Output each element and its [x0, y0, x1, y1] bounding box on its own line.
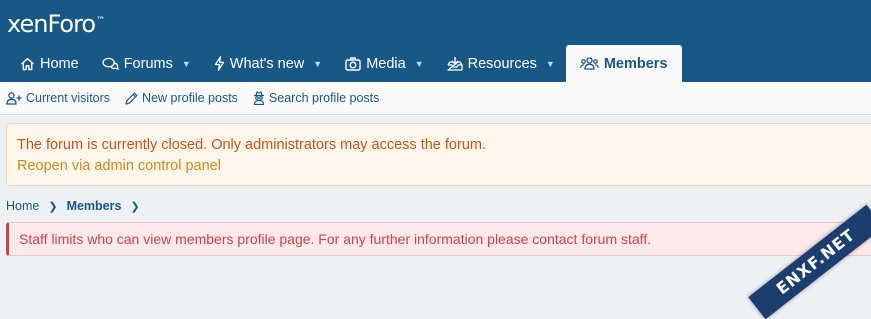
users-icon: [580, 57, 599, 70]
nav-tab-whats-new[interactable]: What's new ▼: [202, 45, 333, 82]
chevron-down-icon[interactable]: ▼: [182, 59, 191, 69]
error-message: Staff limits who can view members profil…: [6, 222, 871, 256]
chevron-right-icon: ❯: [130, 200, 140, 213]
chevron-down-icon[interactable]: ▼: [415, 59, 424, 69]
user-plus-icon: [6, 91, 22, 105]
breadcrumb-home[interactable]: Home: [6, 199, 39, 213]
pencil-icon: [125, 92, 138, 105]
nav-tab-home[interactable]: Home: [8, 45, 90, 82]
notice-text: The forum is currently closed. Only admi…: [17, 137, 486, 153]
camera-icon: [345, 56, 361, 71]
forum-closed-notice: The forum is currently closed. Only admi…: [6, 123, 871, 186]
inbox-icon: [446, 56, 463, 71]
breadcrumb: Home ❯ Members ❯: [6, 199, 149, 213]
breadcrumb-members[interactable]: Members: [67, 199, 122, 213]
subnav-new-profile-posts[interactable]: New profile posts: [125, 91, 238, 105]
bolt-icon: [214, 56, 225, 71]
chevron-down-icon[interactable]: ▼: [313, 59, 322, 69]
user-secret-icon: [253, 91, 265, 105]
page-header: xenForo™ Home Forums ▼ What's new ▼ Medi…: [0, 0, 871, 82]
nav-tab-forums[interactable]: Forums ▼: [90, 45, 202, 82]
chevron-down-icon[interactable]: ▼: [546, 59, 555, 69]
main-nav: Home Forums ▼ What's new ▼ Media ▼ Resou…: [8, 45, 682, 82]
comments-icon: [102, 57, 119, 71]
sub-nav: Current visitors New profile posts Searc…: [0, 82, 871, 115]
chevron-right-icon: ❯: [48, 200, 58, 213]
subnav-search-profile-posts[interactable]: Search profile posts: [253, 91, 379, 105]
subnav-current-visitors[interactable]: Current visitors: [6, 91, 110, 105]
home-icon: [20, 57, 35, 71]
nav-tab-resources[interactable]: Resources ▼: [435, 45, 566, 82]
nav-tab-members[interactable]: Members: [565, 45, 682, 82]
reopen-link[interactable]: Reopen via admin control panel: [17, 156, 865, 177]
site-logo[interactable]: xenForo™: [7, 10, 105, 38]
nav-tab-media[interactable]: Media ▼: [333, 45, 434, 82]
error-text: Staff limits who can view members profil…: [19, 231, 652, 247]
